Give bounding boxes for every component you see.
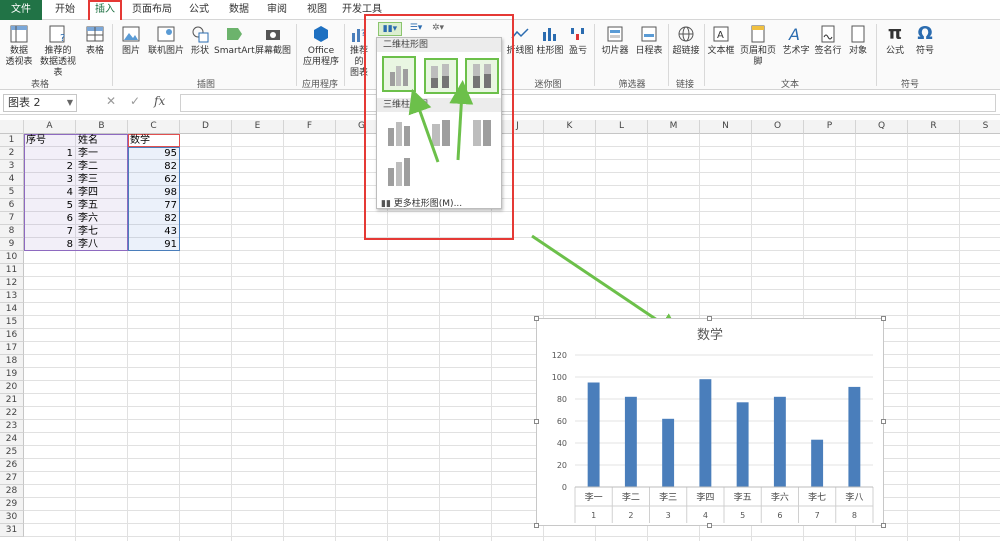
- x-subcategory-label: 4: [703, 511, 708, 520]
- bar-7: [848, 386, 861, 487]
- bar-5: [773, 396, 786, 487]
- resize-handle[interactable]: [881, 316, 886, 321]
- chart-plot: 数学 0 20 40 60 80 100 120 李一 1 李二 2 李三 3 李四 4 李五 5 李六 6 李七 7 李…: [552, 327, 874, 523]
- resize-handle[interactable]: [534, 523, 539, 528]
- x-category-label: 李八: [845, 491, 863, 503]
- bar-2: [662, 418, 675, 487]
- x-category-label: 李一: [585, 491, 603, 503]
- bar-6: [811, 439, 824, 487]
- resize-handle[interactable]: [707, 316, 712, 321]
- y-tick-label: 20: [557, 461, 567, 470]
- arrow-to-clustered: [408, 88, 440, 163]
- x-subcategory-label: 2: [628, 511, 633, 520]
- arrow-to-chart: [531, 234, 682, 337]
- y-tick-label: 120: [552, 351, 567, 360]
- bar-1: [624, 396, 637, 487]
- y-tick-label: 40: [557, 439, 567, 448]
- x-subcategory-label: 8: [852, 511, 857, 520]
- x-subcategory-label: 6: [777, 511, 782, 520]
- y-tick-label: 0: [562, 483, 567, 492]
- x-category-label: 李二: [622, 491, 640, 503]
- y-tick-label: 60: [557, 417, 567, 426]
- resize-handle[interactable]: [534, 316, 539, 321]
- column-chart[interactable]: 数学 0 20 40 60 80 100 120 李一 1 李二 2 李三 3 李四 4 李五 5 李六 6 李七 7 李…: [534, 316, 886, 528]
- resize-handle[interactable]: [881, 419, 886, 424]
- bar-4: [736, 402, 749, 487]
- x-category-label: 李三: [659, 491, 677, 503]
- bar-0: [587, 382, 600, 487]
- y-tick-label: 80: [557, 395, 567, 404]
- resize-handle[interactable]: [534, 419, 539, 424]
- x-category-label: 李五: [734, 491, 752, 503]
- resize-handle[interactable]: [707, 523, 712, 528]
- resize-handle[interactable]: [881, 523, 886, 528]
- chart-title: 数学: [697, 327, 723, 342]
- x-subcategory-label: 1: [591, 511, 596, 520]
- x-category-label: 李七: [808, 491, 826, 503]
- x-subcategory-label: 7: [815, 511, 820, 520]
- bar-3: [699, 379, 712, 487]
- arrow-to-stacked: [449, 80, 474, 161]
- x-category-label: 李六: [771, 491, 789, 503]
- x-subcategory-label: 3: [666, 511, 671, 520]
- x-category-label: 李四: [696, 491, 714, 503]
- y-tick-label: 100: [552, 373, 567, 382]
- x-subcategory-label: 5: [740, 511, 745, 520]
